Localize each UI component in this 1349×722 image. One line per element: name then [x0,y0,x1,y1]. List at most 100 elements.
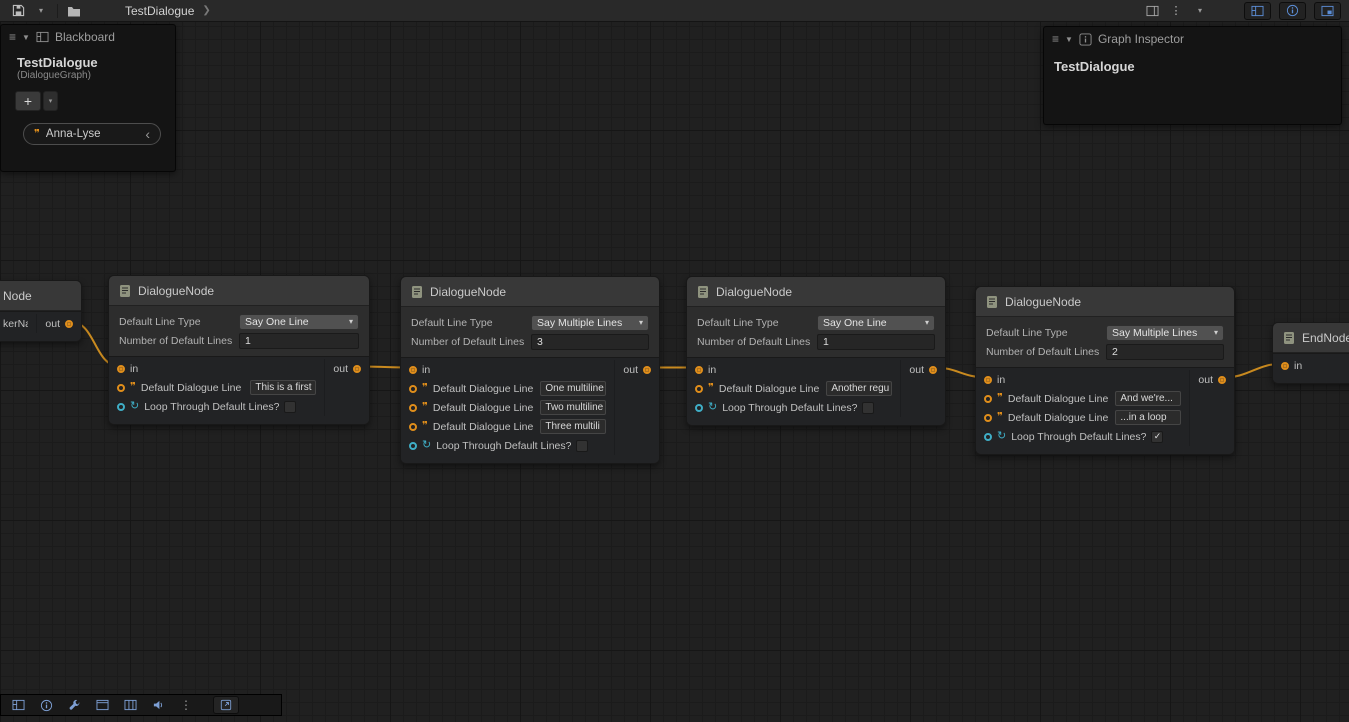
port-dot[interactable] [409,366,417,374]
tools-button[interactable] [61,696,87,714]
layout-panels-button[interactable] [1142,2,1162,20]
chevron-left-icon[interactable]: ‹ [145,127,150,141]
window-button[interactable] [89,696,115,714]
open-asset-button[interactable] [64,2,84,20]
node-title-bar[interactable]: DialogueNode [401,277,659,307]
port-dot[interactable] [984,414,992,422]
line-type-dropdown[interactable]: Say Multiple Lines▾ [531,315,649,331]
port-dot[interactable] [409,385,417,393]
output-port-row: out [615,360,659,379]
panel-toggle-group [1244,2,1341,20]
number-of-lines-input[interactable]: 1 [817,334,935,350]
blackboard-field-anna-lyse[interactable]: ❞ Anna-Lyse ‹ [23,123,161,145]
hamburger-icon[interactable]: ≡ [9,30,16,44]
blackboard-panel[interactable]: ≡ ▼ Blackboard TestDialogue (DialogueGra… [0,24,176,172]
node-dialogue[interactable]: DialogueNode Default Line TypeSay Multipl… [975,286,1235,455]
line-type-dropdown[interactable]: Say One Line▾ [239,314,359,330]
port-dot[interactable] [409,423,417,431]
port-dot[interactable] [1218,376,1226,384]
toggle-blackboard-button[interactable] [1244,2,1271,20]
columns-icon [124,699,137,711]
port-dot[interactable] [409,442,417,450]
port-dot[interactable] [117,403,125,411]
toggle-graph-inspector-button[interactable] [1279,2,1306,20]
node-dialogue[interactable]: DialogueNodeDefault Line TypeSay Multipl… [400,276,660,464]
node-title-bar[interactable]: DialogueNode [976,287,1234,317]
hamburger-icon[interactable]: ≡ [1052,32,1059,46]
blackboard-header[interactable]: ≡ ▼ Blackboard [1,25,175,49]
blackboard-panel-button[interactable] [5,696,31,714]
input-ports-column: in [1273,356,1349,375]
node-title-bar[interactable]: DialogueNode [109,276,369,306]
dialogue-line-input[interactable]: Three multili [540,419,606,434]
add-property-button[interactable]: + [15,91,41,111]
save-button[interactable] [8,2,28,20]
node-dialogue[interactable]: DialogueNodeDefault Line TypeSay One Lin… [686,276,946,426]
collapse-triangle-icon[interactable]: ▼ [1065,35,1073,44]
menu-dropdown-button[interactable]: ▾ [1190,2,1210,20]
breadcrumb-graph-name[interactable]: TestDialogue [125,4,194,18]
line-type-dropdown[interactable]: Say Multiple Lines▾ [1106,325,1224,341]
number-of-lines-input[interactable]: 1 [239,333,359,349]
port-dot[interactable] [695,385,703,393]
save-dropdown-button[interactable]: ▾ [31,2,51,20]
toggle-minimap-button[interactable] [1314,2,1341,20]
loop-checkbox[interactable] [576,440,588,452]
expand-button[interactable] [213,696,239,714]
columns-button[interactable] [117,696,143,714]
port-dot[interactable] [117,384,125,392]
number-of-lines-input[interactable]: 2 [1106,344,1224,360]
port-dot[interactable] [353,365,361,373]
input-port-row: in [1273,356,1349,375]
port-dot[interactable] [929,366,937,374]
port-dot[interactable] [984,395,992,403]
property-row: Default Line TypeSay Multiple Lines▾ [976,323,1234,342]
property-row: Number of Default Lines3 [401,332,659,351]
property-label: Number of Default Lines [119,335,239,347]
dialogue-line-input[interactable]: This is a first [250,380,316,395]
loop-checkbox[interactable] [284,401,296,413]
port-dot[interactable] [695,366,703,374]
node-dialogue[interactable]: DialogueNodeDefault Line TypeSay One Lin… [108,275,370,425]
port-dot[interactable] [984,433,992,441]
node-title-bar[interactable]: EndNode [1273,323,1349,353]
port-dot[interactable] [117,365,125,373]
number-of-lines-input[interactable]: 3 [531,334,649,350]
node-title-bar[interactable]: DialogueNode [687,277,945,307]
node-end[interactable]: EndNode in [1272,322,1349,384]
more-menu-button[interactable]: ⋮ [173,696,199,714]
in-port-label: in [422,364,430,376]
port-row: kerName [0,314,36,333]
port-dot[interactable] [984,376,992,384]
blackboard-field-name[interactable]: Anna-Lyse [46,128,139,140]
port-dot[interactable] [695,404,703,412]
dropdown-arrow-icon: ▾ [1198,6,1202,15]
dialogue-line-input[interactable]: One multiline [540,381,606,396]
port-dot[interactable] [409,404,417,412]
dialogue-line-input[interactable]: And we're... [1115,391,1181,406]
node-title-bar[interactable]: Node [0,281,81,311]
port-dot[interactable] [1281,362,1289,370]
loop-checkbox[interactable]: ✓ [1151,431,1163,443]
dialogue-line-input[interactable]: ...in a loop [1115,410,1181,425]
port-dot[interactable] [65,320,73,328]
node-title: DialogueNode [430,285,506,299]
add-property-dropdown-button[interactable]: ▾ [43,91,58,111]
port-dot[interactable] [643,366,651,374]
node-partial[interactable]: NodekerNameout [0,280,82,342]
graph-inspector-panel[interactable]: ≡ ▼ Graph Inspector TestDialogue [1043,26,1342,125]
breadcrumb[interactable]: TestDialogue ❯ [117,0,219,22]
dialogue-preview-button[interactable] [145,696,171,714]
dialogue-line-input[interactable]: Another regu [826,381,892,396]
graph-inspector-header[interactable]: ≡ ▼ Graph Inspector [1044,27,1341,51]
output-ports-column: out [614,360,659,455]
more-menu-button[interactable]: ⋮ [1166,2,1186,20]
inspector-panel-button[interactable] [33,696,59,714]
quote-icon: ❞ [997,393,1003,404]
loop-icon: ↻ [708,402,717,413]
line-type-dropdown[interactable]: Say One Line▾ [817,315,935,331]
collapse-triangle-icon[interactable]: ▼ [22,33,30,42]
dialogue-line-input[interactable]: Two multiline [540,400,606,415]
node-properties: Default Line TypeSay One Line▾Number of … [109,306,369,356]
loop-checkbox[interactable] [862,402,874,414]
